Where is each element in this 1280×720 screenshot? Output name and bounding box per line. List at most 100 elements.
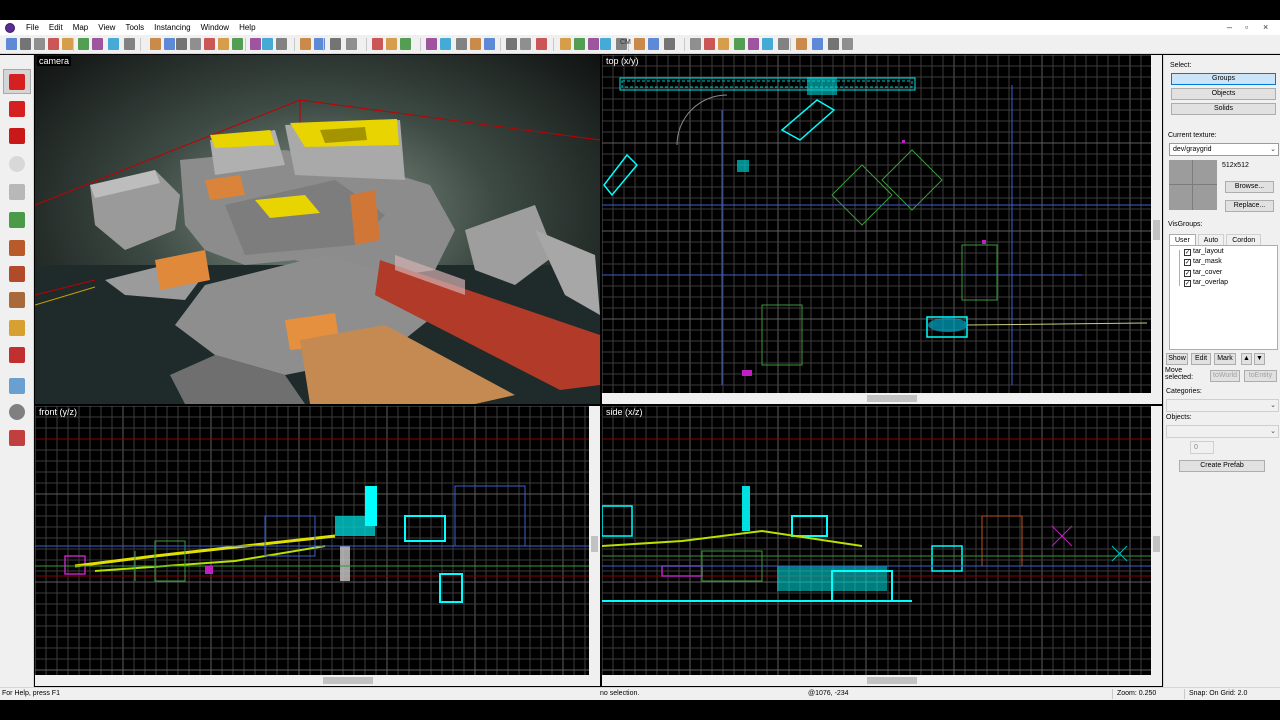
front-viewport-label[interactable]: front (y/z) xyxy=(37,407,79,417)
selection-tool[interactable] xyxy=(3,69,31,94)
toolbar-button[interactable] xyxy=(600,38,611,50)
visgroup-edit-button[interactable]: Edit xyxy=(1191,353,1211,365)
toolbar-button[interactable] xyxy=(796,38,807,50)
checkbox-checked-icon[interactable]: ✓ xyxy=(1184,248,1191,256)
move-up-button[interactable]: ▲ xyxy=(1241,353,1252,365)
toolbar-button[interactable] xyxy=(536,38,547,50)
close-button[interactable]: × xyxy=(1263,20,1268,35)
toolbar-button[interactable] xyxy=(372,38,383,50)
side-viewport[interactable]: side (x/z) xyxy=(602,406,1162,686)
menu-file[interactable]: File xyxy=(21,20,44,35)
select-groups-button[interactable]: Groups xyxy=(1171,73,1276,85)
toolbar-button[interactable] xyxy=(470,38,481,50)
create-prefab-button[interactable]: Create Prefab xyxy=(1179,460,1265,472)
visgroup-show-button[interactable]: Show xyxy=(1166,353,1188,365)
camera-viewport[interactable]: camera xyxy=(35,55,600,404)
side-viewport-label[interactable]: side (x/z) xyxy=(604,407,645,417)
cm-toolbar-label[interactable]: CM xyxy=(620,39,631,46)
block-tool[interactable] xyxy=(3,179,31,204)
toolbar-button[interactable] xyxy=(190,38,201,50)
toolbar-button[interactable] xyxy=(92,38,103,50)
toolbar-button[interactable] xyxy=(262,38,273,50)
toolbar-button[interactable] xyxy=(560,38,571,50)
front-viewport-vscroll[interactable] xyxy=(589,406,600,675)
toolbar-button[interactable] xyxy=(748,38,759,50)
entity-tool[interactable] xyxy=(3,151,31,176)
toolbar-button[interactable] xyxy=(520,38,531,50)
categories-combo[interactable]: ⌄ xyxy=(1166,399,1279,412)
objects-count-spinner[interactable]: 0 xyxy=(1190,441,1214,454)
toolbar-button[interactable] xyxy=(218,38,229,50)
top-viewport-hscroll[interactable] xyxy=(602,393,1162,404)
visgroup-item[interactable]: ✓ tar_mask xyxy=(1184,257,1222,267)
toolbar-button[interactable] xyxy=(506,38,517,50)
menu-instancing[interactable]: Instancing xyxy=(149,20,195,35)
toolbar-button[interactable] xyxy=(704,38,715,50)
cordon-tool[interactable] xyxy=(3,425,31,450)
toolbar-button[interactable] xyxy=(346,38,357,50)
move-down-button[interactable]: ▼ xyxy=(1254,353,1265,365)
checkbox-checked-icon[interactable]: ✓ xyxy=(1184,269,1191,277)
top-viewport-vscroll[interactable] xyxy=(1151,55,1162,393)
toolbar-button[interactable] xyxy=(842,38,853,50)
toolbar-button[interactable] xyxy=(440,38,451,50)
vertex-tool[interactable] xyxy=(3,342,31,367)
toolbar-button[interactable] xyxy=(484,38,495,50)
toolbar-button[interactable] xyxy=(588,38,599,50)
camera-viewport-label[interactable]: camera xyxy=(37,56,72,66)
toolbar-button[interactable] xyxy=(574,38,585,50)
to-entity-button[interactable]: toEntity xyxy=(1244,370,1277,382)
restore-button[interactable]: ▫ xyxy=(1245,20,1248,35)
toolbar-button[interactable] xyxy=(400,38,411,50)
toolbar-button[interactable] xyxy=(456,38,467,50)
toolbar-button[interactable] xyxy=(34,38,45,50)
apply-current-texture-tool[interactable] xyxy=(3,235,31,260)
toolbar-button[interactable] xyxy=(20,38,31,50)
toolbar-button[interactable] xyxy=(48,38,59,50)
toolbar-button[interactable] xyxy=(78,38,89,50)
toolbar-button[interactable] xyxy=(232,38,243,50)
replace-texture-button[interactable]: Replace... xyxy=(1225,200,1274,212)
select-objects-button[interactable]: Objects xyxy=(1171,88,1276,100)
overlay-tool[interactable] xyxy=(3,287,31,312)
clipping-tool[interactable] xyxy=(3,315,31,340)
toolbar-button[interactable] xyxy=(648,38,659,50)
toolbar-button[interactable] xyxy=(734,38,745,50)
menu-map[interactable]: Map xyxy=(68,20,94,35)
menu-help[interactable]: Help xyxy=(234,20,260,35)
toolbar-button[interactable] xyxy=(62,38,73,50)
objects-combo[interactable]: ⌄ xyxy=(1166,425,1279,438)
toolbar-button[interactable] xyxy=(176,38,187,50)
toolbar-button[interactable] xyxy=(690,38,701,50)
toolbar-button[interactable] xyxy=(300,38,311,50)
minimize-button[interactable]: – xyxy=(1227,20,1232,35)
toolbar-button[interactable] xyxy=(828,38,839,50)
camera-tool[interactable] xyxy=(3,123,31,148)
browse-texture-button[interactable]: Browse... xyxy=(1225,181,1274,193)
menu-view[interactable]: View xyxy=(93,20,120,35)
toolbar-button[interactable] xyxy=(330,38,341,50)
sprinkle-tool[interactable] xyxy=(3,399,31,424)
visgroup-item[interactable]: ✓ tar_overlap xyxy=(1184,278,1228,288)
top-viewport-label[interactable]: top (x/y) xyxy=(604,56,641,66)
toolbar-button[interactable] xyxy=(276,38,287,50)
toolbar-button[interactable] xyxy=(6,38,17,50)
toolbar-button[interactable] xyxy=(664,38,675,50)
toolbar-button[interactable] xyxy=(426,38,437,50)
visgroup-item[interactable]: ✓ tar_cover xyxy=(1184,268,1222,278)
path-tool[interactable] xyxy=(3,373,31,398)
visgroup-item[interactable]: ✓ tar_layout xyxy=(1184,247,1224,257)
toolbar-button[interactable] xyxy=(164,38,175,50)
toolbar-button[interactable] xyxy=(778,38,789,50)
top-viewport[interactable]: top (x/y) xyxy=(602,55,1162,404)
toolbar-button[interactable] xyxy=(204,38,215,50)
checkbox-checked-icon[interactable]: ✓ xyxy=(1184,279,1191,287)
toolbar-button[interactable] xyxy=(250,38,261,50)
toolbar-button[interactable] xyxy=(812,38,823,50)
checkbox-checked-icon[interactable]: ✓ xyxy=(1184,258,1191,266)
decal-tool[interactable] xyxy=(3,261,31,286)
toolbar-button[interactable] xyxy=(718,38,729,50)
side-viewport-hscroll[interactable] xyxy=(602,675,1162,686)
toolbar-button[interactable] xyxy=(124,38,135,50)
toolbar-button[interactable] xyxy=(150,38,161,50)
